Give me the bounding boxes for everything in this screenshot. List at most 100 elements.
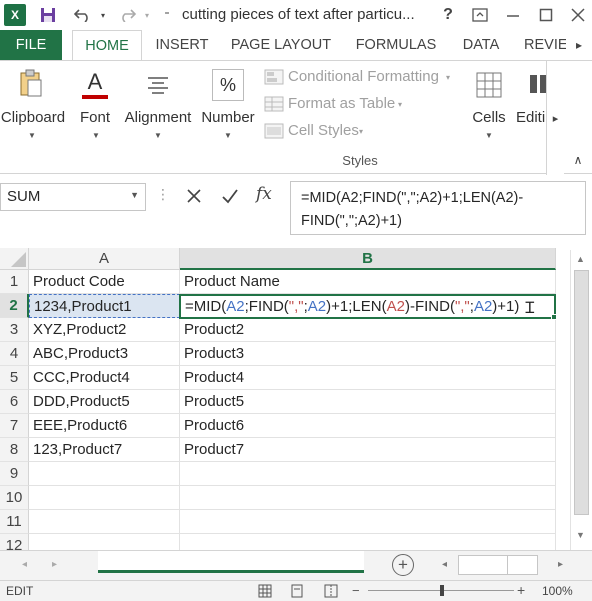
new-sheet-icon[interactable]: + xyxy=(392,554,414,576)
cell-b7[interactable]: Product6 xyxy=(180,414,556,438)
clipboard-icon[interactable] xyxy=(18,69,44,99)
conditional-formatting-icon[interactable] xyxy=(264,69,284,85)
alignment-label[interactable]: Alignment xyxy=(122,109,194,126)
cell-styles-icon[interactable] xyxy=(264,123,284,139)
font-color-icon[interactable]: A xyxy=(82,69,108,99)
close-icon[interactable] xyxy=(568,5,588,25)
tab-file[interactable]: FILE xyxy=(0,30,62,60)
cell-styles-button[interactable]: Cell Styles xyxy=(288,122,359,139)
redo-icon[interactable] xyxy=(114,5,140,25)
chevron-down-icon[interactable]: ▼ xyxy=(130,190,139,200)
scroll-left-icon[interactable]: ◂ xyxy=(442,559,447,570)
cells-label[interactable]: Cells xyxy=(466,109,512,126)
formula-input[interactable]: =MID(A2;FIND(",";A2)+1;LEN(A2)- FIND(","… xyxy=(290,181,586,235)
cell-b11[interactable] xyxy=(180,510,556,534)
chevron-down-icon[interactable]: ▾ xyxy=(446,73,450,82)
cell-b9[interactable] xyxy=(180,462,556,486)
cell-a5[interactable]: CCC,Product4 xyxy=(29,366,180,390)
chevron-down-icon[interactable]: ▼ xyxy=(92,131,100,140)
row-header[interactable]: 4 xyxy=(0,342,29,366)
undo-icon[interactable] xyxy=(70,5,96,25)
row-header[interactable]: 9 xyxy=(0,462,29,486)
cell-b1[interactable]: Product Name xyxy=(180,270,556,294)
ribbon-scroll-right-icon[interactable]: ▸ xyxy=(546,61,564,175)
select-all-corner[interactable] xyxy=(0,248,29,270)
cell-a9[interactable] xyxy=(29,462,180,486)
ribbon-display-icon[interactable] xyxy=(470,5,490,25)
cell-a6[interactable]: DDD,Product5 xyxy=(29,390,180,414)
previous-sheet-icon[interactable]: ◂ xyxy=(22,559,27,570)
horizontal-scrollbar[interactable] xyxy=(458,555,538,575)
cancel-icon[interactable] xyxy=(184,186,204,206)
row-header[interactable]: 6 xyxy=(0,390,29,414)
cell-a1[interactable]: Product Code xyxy=(29,270,180,294)
format-as-table-icon[interactable] xyxy=(264,96,284,112)
next-sheet-icon[interactable]: ▸ xyxy=(52,559,57,570)
minimize-icon[interactable] xyxy=(503,5,523,25)
zoom-slider-thumb[interactable] xyxy=(440,585,444,596)
vertical-scrollbar[interactable]: ▲ ▼ xyxy=(570,250,592,550)
maximize-icon[interactable] xyxy=(536,5,556,25)
cell-a11[interactable] xyxy=(29,510,180,534)
scroll-right-icon[interactable]: ▸ xyxy=(558,559,563,570)
percent-icon[interactable]: % xyxy=(212,69,244,101)
scroll-right-icon[interactable]: ▸ xyxy=(566,34,592,56)
chevron-down-icon[interactable]: ▾ xyxy=(398,100,402,109)
tab-insert[interactable]: INSERT xyxy=(150,30,214,60)
cell-a8[interactable]: 123,Product7 xyxy=(29,438,180,462)
cells-icon[interactable] xyxy=(474,71,504,99)
chevron-down-icon[interactable]: ▼ xyxy=(154,131,162,140)
scrollbar-thumb[interactable] xyxy=(507,556,535,574)
page-layout-view-icon[interactable] xyxy=(290,584,304,598)
cell-a2[interactable]: 1234,Product1 xyxy=(29,294,180,318)
chevron-down-icon[interactable]: ▾ xyxy=(359,127,363,136)
zoom-out-icon[interactable]: − xyxy=(352,583,360,598)
cell-a7[interactable]: EEE,Product6 xyxy=(29,414,180,438)
customize-icon[interactable]: ⁼ xyxy=(160,5,174,25)
tab-page-layout[interactable]: PAGE LAYOUT xyxy=(226,30,336,60)
cell-a4[interactable]: ABC,Product3 xyxy=(29,342,180,366)
tab-home[interactable]: HOME xyxy=(72,30,142,61)
tab-formulas[interactable]: FORMULAS xyxy=(350,30,442,60)
row-header[interactable]: 1 xyxy=(0,270,29,294)
chevron-down-icon[interactable]: ▼ xyxy=(485,131,493,140)
cell-a3[interactable]: XYZ,Product2 xyxy=(29,318,180,342)
font-label[interactable]: Font xyxy=(70,109,120,126)
row-header[interactable]: 7 xyxy=(0,414,29,438)
tab-data[interactable]: DATA xyxy=(454,30,508,60)
excel-icon[interactable]: X xyxy=(4,4,26,26)
clipboard-label[interactable]: Clipboard xyxy=(0,109,66,126)
cell-b8[interactable]: Product7 xyxy=(180,438,556,462)
align-center-icon[interactable] xyxy=(146,75,170,95)
cell-a10[interactable] xyxy=(29,486,180,510)
save-icon[interactable] xyxy=(38,5,58,25)
zoom-level[interactable]: 100% xyxy=(542,584,573,598)
help-icon[interactable]: ? xyxy=(438,5,458,25)
row-header[interactable]: 5 xyxy=(0,366,29,390)
cell-editor[interactable]: =MID(A2 ;FIND(","; A2)+1;LEN(A2)-FIND(",";… xyxy=(179,294,556,319)
collapse-ribbon-icon[interactable]: ∧ xyxy=(568,153,588,171)
cell-b4[interactable]: Product3 xyxy=(180,342,556,366)
cell-b5[interactable]: Product4 xyxy=(180,366,556,390)
page-break-view-icon[interactable] xyxy=(324,584,338,598)
scrollbar-thumb[interactable] xyxy=(574,270,589,515)
scroll-up-icon[interactable]: ▲ xyxy=(576,254,585,264)
column-header-b[interactable]: B xyxy=(180,248,556,270)
zoom-in-icon[interactable]: + xyxy=(517,582,525,598)
conditional-formatting-button[interactable]: Conditional Formatting xyxy=(288,68,439,85)
format-as-table-button[interactable]: Format as Table xyxy=(288,95,395,112)
insert-function-icon[interactable]: fx xyxy=(256,184,278,206)
chevron-down-icon[interactable]: ▼ xyxy=(224,131,232,140)
row-header[interactable]: 2 xyxy=(0,294,29,318)
chevron-down-icon[interactable]: ▼ xyxy=(28,131,36,140)
name-box[interactable]: SUM ▼ xyxy=(0,183,146,211)
column-header-a[interactable]: A xyxy=(29,248,180,270)
row-header[interactable]: 3 xyxy=(0,318,29,342)
chevron-down-icon[interactable]: ▾ xyxy=(98,5,108,25)
scroll-down-icon[interactable]: ▼ xyxy=(576,530,585,540)
normal-view-icon[interactable] xyxy=(258,584,272,598)
active-sheet-tab[interactable] xyxy=(98,551,364,573)
cell-b10[interactable] xyxy=(180,486,556,510)
fill-handle[interactable] xyxy=(551,314,557,320)
cell-b3[interactable]: Product2 xyxy=(180,318,556,342)
